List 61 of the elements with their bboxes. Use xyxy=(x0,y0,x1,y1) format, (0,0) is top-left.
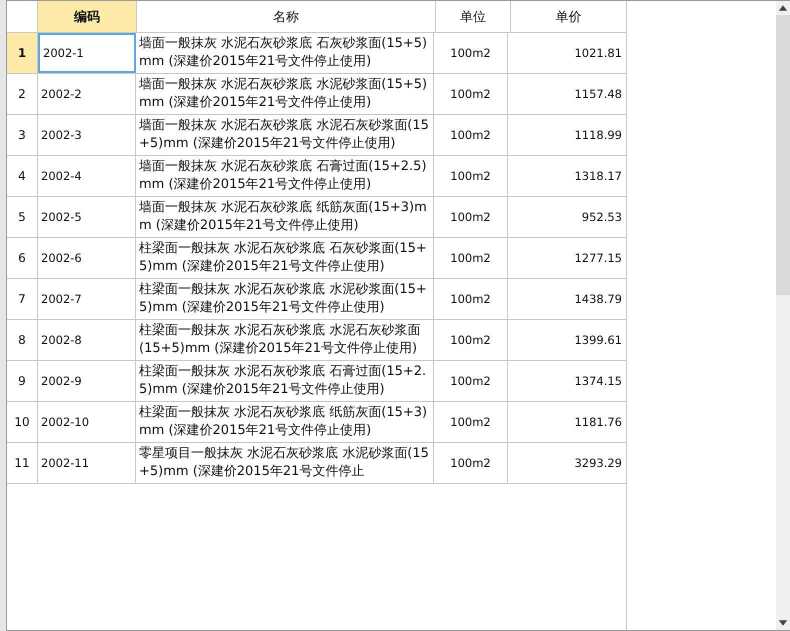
scrollbar[interactable] xyxy=(776,1,790,630)
column-header[interactable]: 编码 xyxy=(38,1,137,32)
table-cell-text: 1021.81 xyxy=(573,45,623,62)
table-cell: 100m2 xyxy=(434,402,508,442)
table-cell: 墙面一般抹灰 水泥石灰砂浆底 纸筋灰面(15+3)mm (深建价2015年21号文件停止使用) xyxy=(136,197,434,237)
table-cell: 2002-2 xyxy=(38,74,136,114)
table-cell-text: 1438.79 xyxy=(573,291,623,308)
row-number[interactable]: 10 xyxy=(7,402,38,442)
table-cell-text: 1181.76 xyxy=(573,414,623,431)
table-cell-text: 952.53 xyxy=(580,209,623,226)
row-number[interactable]: 7 xyxy=(7,279,38,319)
table-cell: 2002-7 xyxy=(38,279,136,319)
table-cell: 墙面一般抹灰 水泥石灰砂浆底 石膏过面(15+2.5)mm (深建价2015年21号文件停止使用) xyxy=(136,156,434,196)
row-number[interactable]: 5 xyxy=(7,197,38,237)
table-cell: 2002-8 xyxy=(38,320,136,360)
table-cell-text: 1318.17 xyxy=(573,168,623,185)
table-cell: 2002-9 xyxy=(38,361,136,401)
table-cell: 柱梁面一般抹灰 水泥石灰砂浆底 石膏过面(15+2.5)mm (深建价2015年21号文件停止使用) xyxy=(136,361,434,401)
table-cell: 2002-3 xyxy=(38,115,136,155)
row-number[interactable]: 4 xyxy=(7,156,38,196)
table-cell: 100m2 xyxy=(434,361,508,401)
table-cell-text: 1118.99 xyxy=(573,127,623,144)
table-cell: 100m2 xyxy=(434,115,508,155)
table-cell: 100m2 xyxy=(434,279,508,319)
table-cell: 墙面一般抹灰 水泥石灰砂浆底 水泥石灰砂浆面(15+5)mm (深建价2015年21号文件停止使用) xyxy=(136,115,434,155)
column-header[interactable]: 名称 xyxy=(137,1,436,32)
row-number[interactable]: 2 xyxy=(7,74,38,114)
table-cell: 2002-10 xyxy=(38,402,136,442)
row-number[interactable]: 11 xyxy=(7,443,38,483)
table-cell: 100m2 xyxy=(434,320,508,360)
table-cell-text: 1399.61 xyxy=(573,332,623,349)
table-cell: 100m2 xyxy=(434,443,508,483)
row-number[interactable]: 8 xyxy=(7,320,38,360)
table-cell: 墙面一般抹灰 水泥石灰砂浆底 石灰砂浆面(15+5)mm (深建价2015年21号文件停止使用) xyxy=(136,33,434,73)
table-cell: 100m2 xyxy=(434,33,508,73)
column-header[interactable]: 单位 xyxy=(436,1,511,32)
table-cell-text: 1157.48 xyxy=(573,86,623,103)
row-number[interactable]: 6 xyxy=(7,238,38,278)
row-number[interactable]: 1 xyxy=(7,33,38,73)
table-cell: 2002-1 xyxy=(38,33,136,73)
table-cell-text: 3293.29 xyxy=(573,455,623,472)
table-cell: 零星项目一般抹灰 水泥石灰砂浆底 水泥砂浆面(15+5)mm (深建价2015年21号文件停止 xyxy=(136,443,434,483)
table-cell: 墙面一般抹灰 水泥石灰砂浆底 水泥砂浆面(15+5)mm (深建价2015年21号文件停止使用) xyxy=(136,74,434,114)
table-cell-text: 1374.15 xyxy=(573,373,623,390)
table-cell-text: 1277.15 xyxy=(573,250,623,267)
table-cell: 100m2 xyxy=(434,197,508,237)
column-header[interactable]: 单价 xyxy=(511,1,626,32)
table-cell: 100m2 xyxy=(434,74,508,114)
scroll-thumb[interactable] xyxy=(776,15,790,295)
table-cell: 2002-4 xyxy=(38,156,136,196)
table-cell: 柱梁面一般抹灰 水泥石灰砂浆底 石灰砂浆面(15+5)mm (深建价2015年21号文件停止使用) xyxy=(136,238,434,278)
table-cell: 100m2 xyxy=(434,156,508,196)
table-cell: 2002-11 xyxy=(38,443,136,483)
table-cell: 柱梁面一般抹灰 水泥石灰砂浆底 水泥砂浆面(15+5)mm (深建价2015年21号文件停止使用) xyxy=(136,279,434,319)
table-cell: 柱梁面一般抹灰 水泥石灰砂浆底 水泥石灰砂浆面(15+5)mm (深建价2015年21号文件停止使用) xyxy=(136,320,434,360)
row-number[interactable]: 9 xyxy=(7,361,38,401)
table-cell: 柱梁面一般抹灰 水泥石灰砂浆底 纸筋灰面(15+3)mm (深建价2015年21号文件停止使用) xyxy=(136,402,434,442)
row-number[interactable]: 3 xyxy=(7,115,38,155)
table-cell: 100m2 xyxy=(434,238,508,278)
table-cell: 2002-5 xyxy=(38,197,136,237)
table-cell: 2002-6 xyxy=(38,238,136,278)
